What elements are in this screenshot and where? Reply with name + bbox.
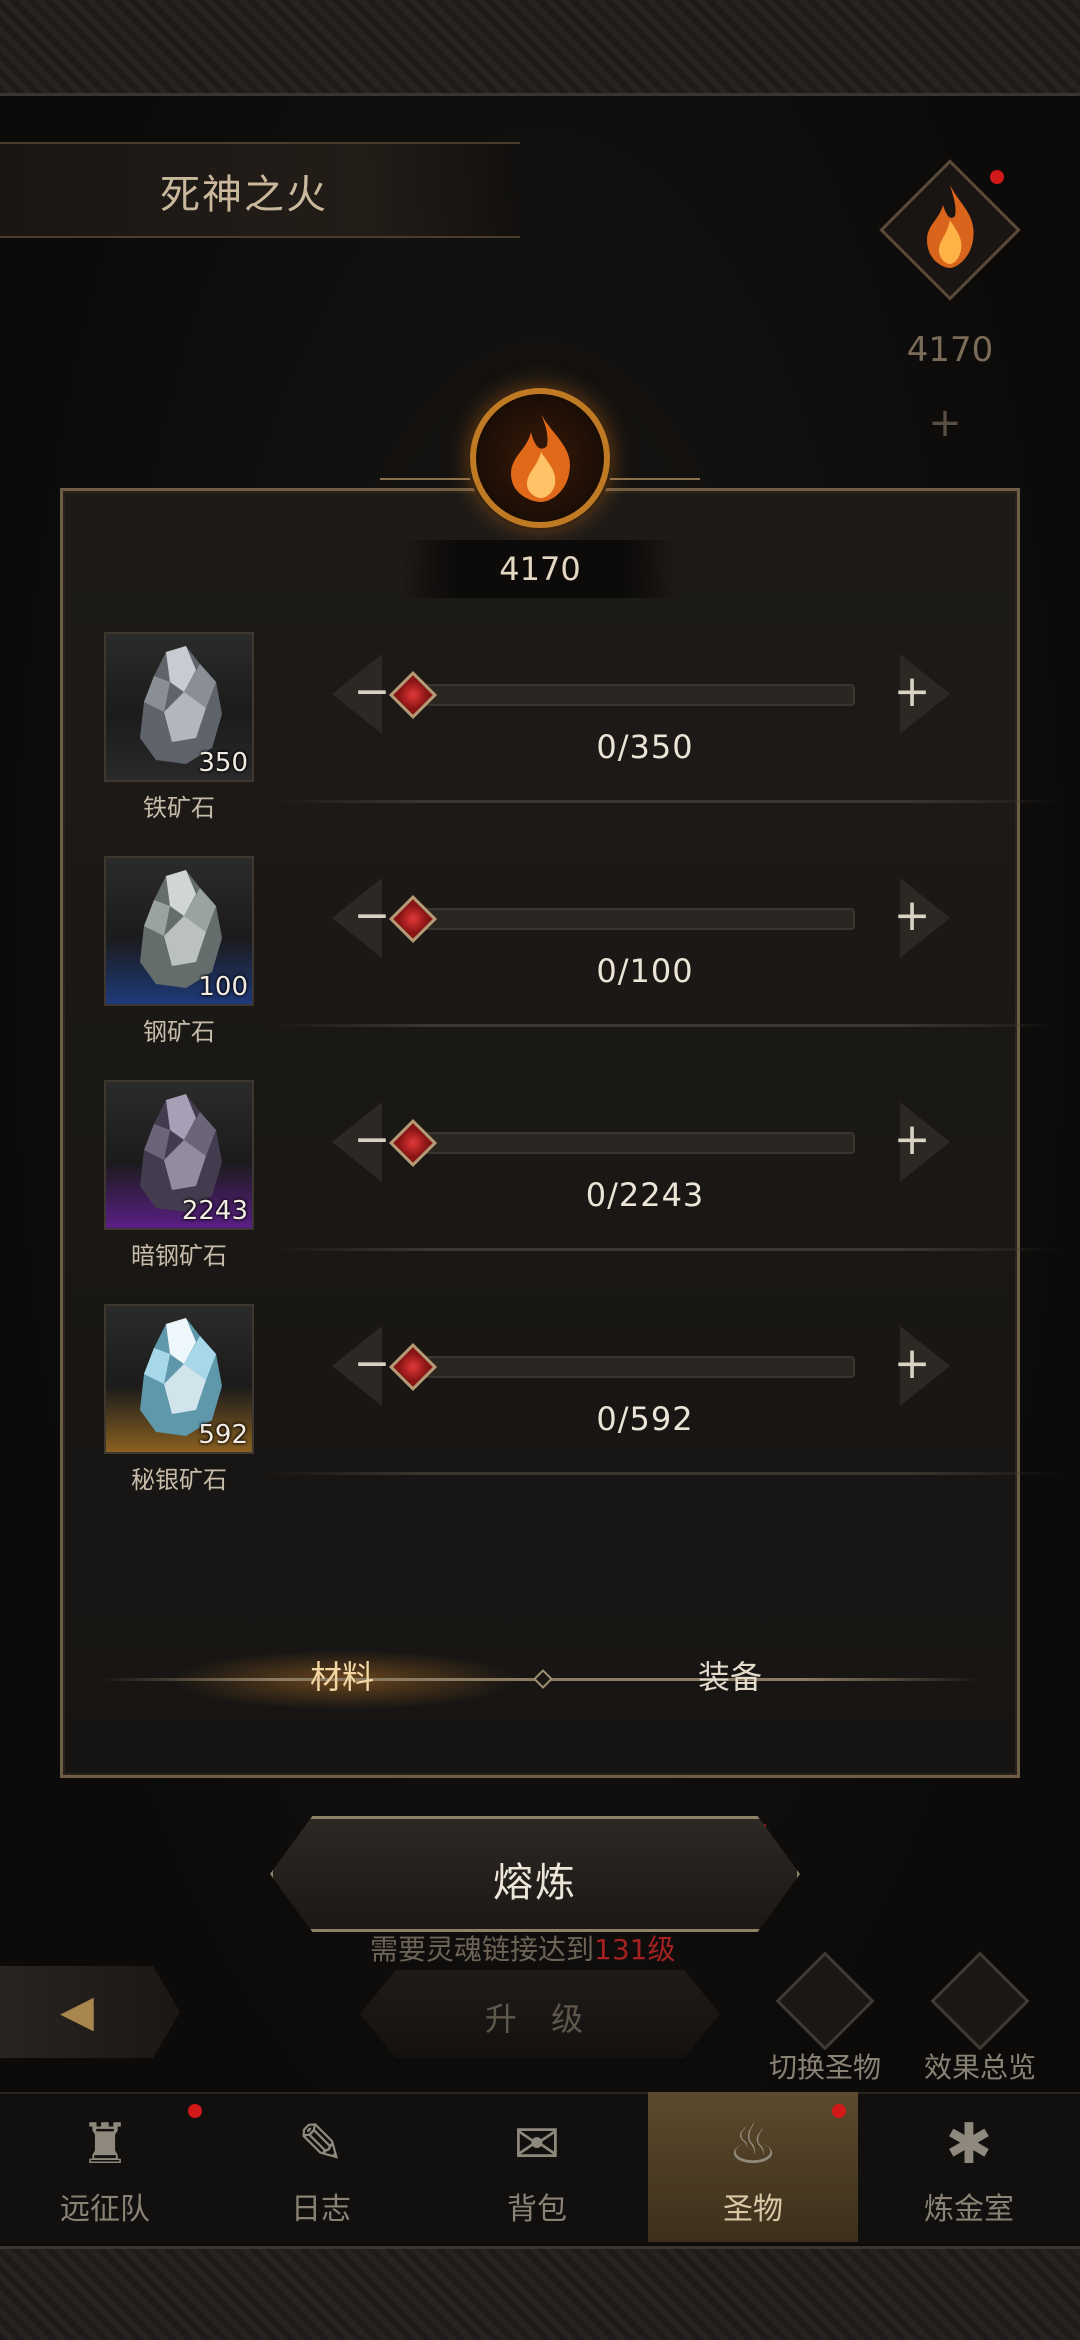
row-divider [270,1248,1060,1251]
switch-artifact-label: 切换圣物 [768,2051,881,2084]
notification-dot [188,2104,202,2118]
nav-label: 远征队 [60,2192,150,2227]
ore-stock: 350 [198,748,248,778]
notification-dot [990,170,1004,184]
nav-item-0[interactable]: ♜ 远征队 [0,2092,210,2242]
artifact-button[interactable] [879,159,1021,301]
increase-button[interactable]: + [880,662,944,726]
quantity-slider-track[interactable] [400,1132,855,1154]
center-count: 4170 [499,550,581,588]
flame-icon [927,185,974,268]
nav-label: 炼金室 [924,2192,1014,2227]
ore-name: 秘银矿石 [131,1466,227,1494]
switch-icon [775,1951,875,2051]
bottom-decor-strip [0,2246,1080,2340]
ore-name: 铁矿石 [143,794,215,822]
nav-label: 日志 [291,2192,351,2227]
nav-label: 圣物 [723,2192,783,2227]
tab-materials[interactable]: 材料 [310,1652,374,1698]
arrow-left-icon: ◀ [60,1986,94,2037]
increase-button[interactable]: + [880,1334,944,1398]
ore-slot[interactable]: 350 [104,632,254,782]
increase-button[interactable]: + [880,1110,944,1174]
nav-item-2[interactable]: ✉ 背包 [432,2092,642,2242]
nav-item-3[interactable]: ♨ 圣物 [648,2092,858,2242]
row-divider [270,800,1060,803]
increase-button[interactable]: + [880,886,944,950]
row-divider [270,1472,1060,1475]
smelt-button-label: 熔炼 [493,1860,577,1906]
quantity-slider-track[interactable] [400,1356,855,1378]
ore-slot[interactable]: 100 [104,856,254,1006]
switch-artifact-button[interactable]: 切换圣物 [760,1951,890,2086]
ore-name: 暗钢矿石 [131,1242,227,1270]
alchemy-icon: ✱ [945,2112,993,2177]
torch-icon: ♨ [727,2112,779,2177]
quantity-slider-track[interactable] [400,684,855,706]
effect-overview-button[interactable]: 效果总览 [915,1951,1045,2086]
flame-icon [511,414,571,502]
ore-stock: 2243 [181,1196,248,1226]
nav-item-1[interactable]: ✎ 日志 [216,2092,426,2242]
quantity-label: 0/592 [596,1400,694,1438]
top-decor-strip [0,0,1080,96]
scroll-icon [930,1951,1030,2051]
ore-slot[interactable]: 2243 [104,1080,254,1230]
quantity-label: 0/100 [596,952,694,990]
upgrade-button-label: 升 级 [484,2000,596,2038]
backpack-icon: ✉ [513,2112,561,2177]
effect-overview-label: 效果总览 [923,2051,1036,2084]
helmet-icon: ♜ [79,2112,131,2177]
requirement-text: 需要灵魂链接达到131级 [370,1933,676,1966]
flame-orb [470,388,610,528]
nav-item-4[interactable]: ✱ 炼金室 [864,2092,1074,2242]
quantity-slider-track[interactable] [400,908,855,930]
ore-name: 钢矿石 [143,1018,215,1046]
artifact-count: 4170 [906,330,994,370]
add-icon[interactable]: + [920,398,970,448]
page-title: 死神之火 [160,172,328,218]
tab-equipment[interactable]: 装备 [698,1652,762,1698]
row-divider [270,1024,1060,1027]
quantity-label: 0/350 [596,728,694,766]
nav-label: 背包 [507,2192,567,2227]
ore-stock: 592 [198,1420,248,1450]
notification-dot [832,2104,846,2118]
quantity-label: 0/2243 [585,1176,705,1214]
ore-stock: 100 [198,972,248,1002]
ore-slot[interactable]: 592 [104,1304,254,1454]
scroll-icon: ✎ [297,2112,345,2177]
